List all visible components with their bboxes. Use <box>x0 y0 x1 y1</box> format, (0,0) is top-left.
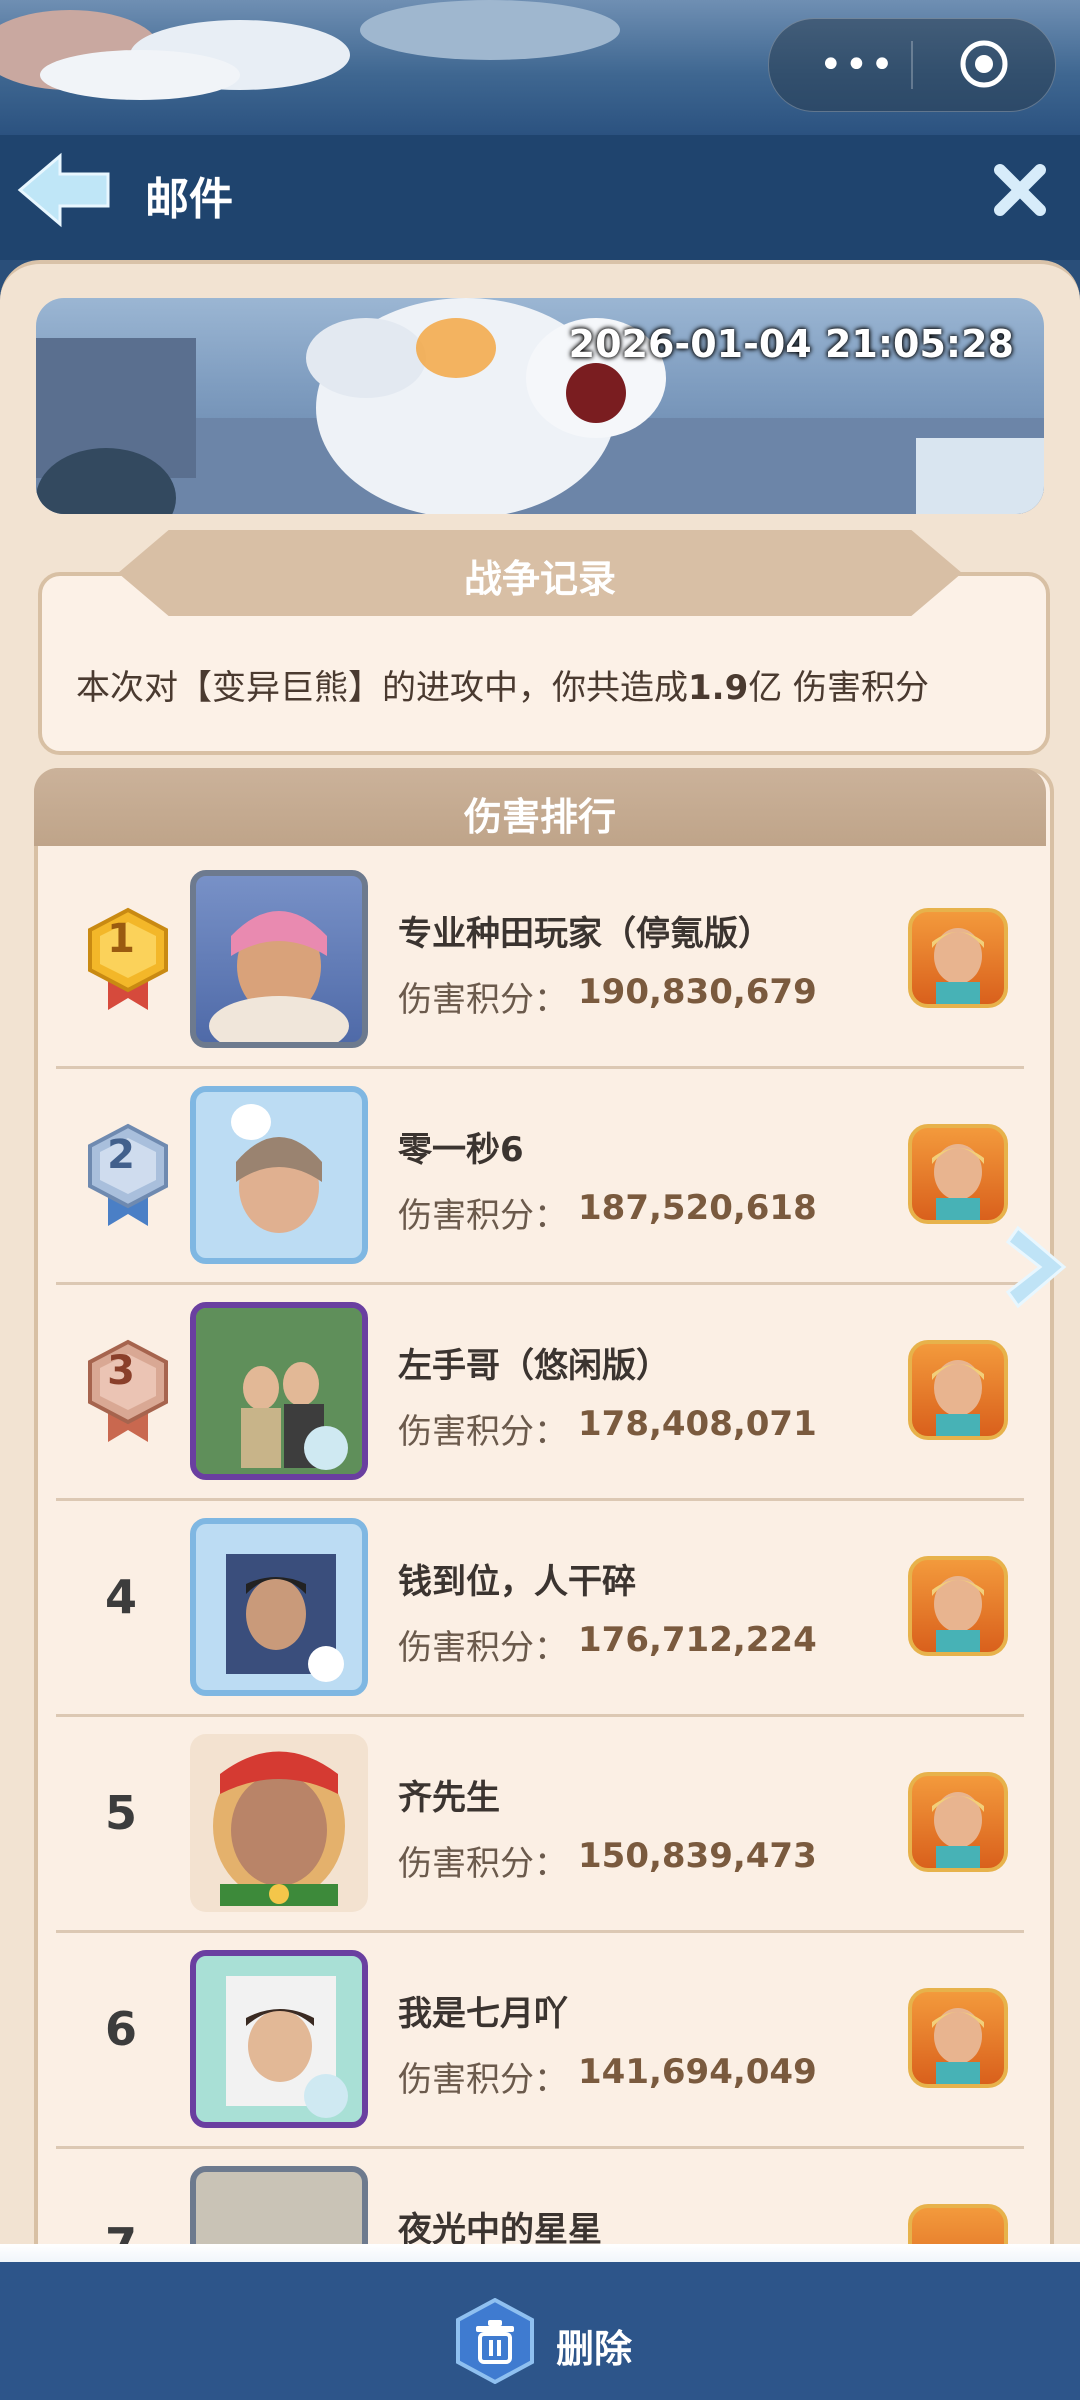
score-value: 176,712,224 <box>578 1620 817 1660</box>
score-label: 伤害积分： <box>398 1628 568 1668</box>
trash-icon[interactable] <box>452 2298 538 2384</box>
player-name: 钱到位，人干碎 <box>398 1562 636 1602</box>
rank-number: 6 <box>104 2002 137 2056</box>
rank-number: 2 <box>107 1132 135 1178</box>
target-icon[interactable] <box>959 39 1009 89</box>
capsule-divider <box>911 41 913 89</box>
damage-ranking-title: 伤害排行 <box>463 795 616 839</box>
score-label: 伤害积分： <box>398 980 568 1020</box>
page-title: 邮件 <box>145 174 233 225</box>
avatar[interactable] <box>190 870 368 1048</box>
war-record-title: 战争记录 <box>463 557 616 601</box>
score-value: 190,830,679 <box>578 972 817 1012</box>
ranking-row[interactable]: 3 左手哥（悠闲版） 伤害积分： 178,408,071 <box>56 1284 1024 1501</box>
hero-avatar[interactable] <box>908 1988 1008 2088</box>
rank-number: 3 <box>107 1348 135 1394</box>
bottom-bar <box>0 2262 1080 2400</box>
war-record-text: 本次对【变异巨熊】的进攻中，你共造成1.9亿 伤害积分 <box>76 668 930 708</box>
hero-avatar[interactable] <box>908 908 1008 1008</box>
delete-button[interactable]: 删除 <box>556 2318 632 2373</box>
score-value: 141,694,049 <box>578 2052 817 2092</box>
player-name: 左手哥（悠闲版） <box>398 1346 670 1386</box>
hero-avatar[interactable] <box>908 1772 1008 1872</box>
back-arrow-icon[interactable] <box>14 150 114 230</box>
ranking-row[interactable]: 1 专业种田玩家（停氪版） 伤害积分： 190,830,679 <box>56 852 1024 1069</box>
rank-number: 1 <box>107 916 135 962</box>
avatar[interactable] <box>190 1734 368 1912</box>
next-arrow-icon[interactable] <box>1004 1222 1070 1312</box>
score-value: 178,408,071 <box>578 1404 817 1444</box>
avatar[interactable] <box>190 1086 368 1264</box>
rank-number: 5 <box>104 1786 137 1840</box>
battle-banner: 2026-01-04 21:05:28 <box>36 298 1044 514</box>
avatar[interactable] <box>190 1302 368 1480</box>
player-name: 专业种田玩家（停氪版） <box>398 914 772 954</box>
score-label: 伤害积分： <box>398 1196 568 1236</box>
score-label: 伤害积分： <box>398 2060 568 2100</box>
ranking-row[interactable]: 2 零一秒6 伤害积分： 187,520,618 <box>56 1068 1024 1285</box>
ranking-row[interactable]: 6 我是七月吖 伤害积分： 141,694,049 <box>56 1932 1024 2149</box>
score-label: 伤害积分： <box>398 1844 568 1884</box>
rank-number: 4 <box>104 1570 137 1624</box>
score-value: 187,520,618 <box>578 1188 817 1228</box>
mail-timestamp: 2026-01-04 21:05:28 <box>568 322 1014 366</box>
more-dots-icon[interactable]: ••• <box>819 45 896 85</box>
hero-avatar[interactable] <box>908 1124 1008 1224</box>
hero-avatar[interactable] <box>908 1556 1008 1656</box>
avatar[interactable] <box>190 1518 368 1696</box>
close-icon[interactable] <box>990 160 1050 220</box>
ranking-row[interactable]: 5 齐先生 伤害积分： 150,839,473 <box>56 1716 1024 1933</box>
avatar[interactable] <box>190 1950 368 2128</box>
score-label: 伤害积分： <box>398 1412 568 1452</box>
score-value: 150,839,473 <box>578 1836 817 1876</box>
ranking-row[interactable]: 4 钱到位，人干碎 伤害积分： 176,712,224 <box>56 1500 1024 1717</box>
player-name: 零一秒6 <box>398 1130 524 1170</box>
player-name: 齐先生 <box>398 1778 500 1818</box>
hero-avatar[interactable] <box>908 1340 1008 1440</box>
damage-value: 1.9 <box>688 668 749 708</box>
player-name: 我是七月吖 <box>398 1994 568 2034</box>
mini-program-capsule: ••• <box>768 18 1056 112</box>
